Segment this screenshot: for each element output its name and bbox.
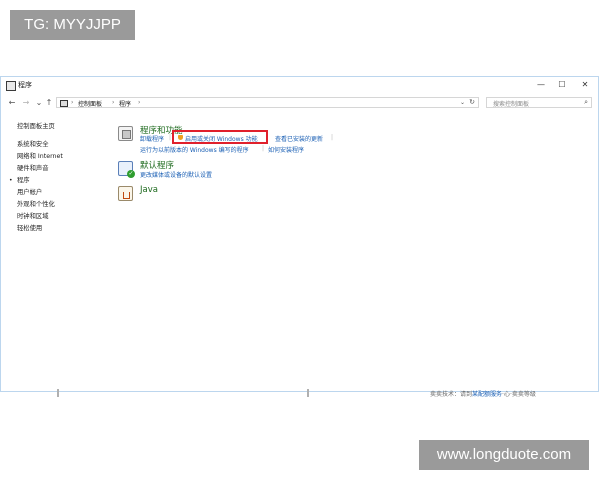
minimize-button[interactable]: —: [531, 79, 551, 91]
status-bar-text: 卖卖技术：请到某配额服务·心·卖卖等级: [430, 391, 536, 398]
sidebar-item-system-security[interactable]: 系统和安全: [17, 139, 97, 151]
control-panel-small-icon: [60, 100, 68, 107]
divider-mark: [57, 389, 59, 397]
active-bullet-icon: •: [9, 177, 13, 184]
search-icon[interactable]: ⌕: [584, 98, 588, 107]
sidebar-item-appearance[interactable]: 外观和个性化: [17, 199, 97, 211]
sidebar-item-home[interactable]: 控制面板主页: [17, 121, 97, 133]
breadcrumb-separator[interactable]: ›: [112, 99, 114, 106]
breadcrumb-programs[interactable]: 程序: [119, 99, 131, 108]
refresh-icon[interactable]: ↻: [469, 98, 475, 106]
divider-mark: [307, 389, 309, 397]
breadcrumb-separator: ›: [71, 99, 74, 106]
maximize-button[interactable]: ☐: [552, 79, 572, 91]
java-icon[interactable]: [118, 186, 133, 201]
forward-arrow-icon[interactable]: →: [21, 98, 31, 108]
link-separator: |: [169, 134, 172, 141]
link-separator: |: [262, 145, 265, 152]
watermark-top: TG: MYYJJPP: [10, 10, 135, 40]
address-bar[interactable]: › 控制面板 › 程序 › ⌄ ↻: [56, 97, 479, 108]
address-dropdown-icon[interactable]: ⌄: [460, 99, 465, 106]
control-panel-window: 程序 — ☐ ✕ ← → ⌄ ↑ › 控制面板 › 程序 › ⌄ ↻ 搜索控制面…: [0, 76, 599, 392]
search-input[interactable]: 搜索控制面板 ⌕: [486, 97, 592, 108]
sidebar-item-label: 程序: [17, 177, 30, 184]
search-placeholder: 搜索控制面板: [493, 101, 530, 108]
up-arrow-icon[interactable]: ↑: [44, 98, 54, 108]
window-title: 程序: [18, 81, 32, 89]
view-installed-updates-link[interactable]: 查看已安装的更新: [275, 134, 323, 143]
watermark-bottom: www.longduote.com: [419, 440, 589, 470]
highlight-box: [172, 130, 268, 144]
sidebar-item-user-accounts[interactable]: 用户帐户: [17, 187, 97, 199]
navigation-toolbar: ← → ⌄ ↑ › 控制面板 › 程序 › ⌄ ↻ 搜索控制面板 ⌕: [1, 95, 598, 111]
programs-icon[interactable]: [118, 126, 133, 141]
check-icon: ✓: [127, 170, 135, 178]
uninstall-program-link[interactable]: 卸载程序: [140, 134, 164, 143]
how-to-install-link[interactable]: 如何安装程序: [268, 145, 304, 154]
breadcrumb-separator[interactable]: ›: [138, 99, 140, 106]
sidebar-item-hardware[interactable]: 硬件和声音: [17, 163, 97, 175]
sidebar: 控制面板主页 系统和安全 网络和 Internet 硬件和声音 • 程序 用户帐…: [9, 121, 97, 235]
title-bar[interactable]: 程序 — ☐ ✕: [1, 77, 598, 95]
sidebar-item-ease-of-access[interactable]: 轻松使用: [17, 223, 97, 235]
java-title[interactable]: Java: [140, 185, 158, 195]
link-separator: |: [331, 134, 334, 141]
sidebar-item-programs[interactable]: • 程序: [9, 175, 97, 187]
sidebar-item-network[interactable]: 网络和 Internet: [17, 151, 97, 163]
run-older-programs-link[interactable]: 运行为以前版本的 Windows 编写的程序: [140, 145, 249, 154]
change-media-defaults-link[interactable]: 更改媒体或设备的默认设置: [140, 170, 212, 179]
back-arrow-icon[interactable]: ←: [7, 98, 17, 108]
default-programs-icon[interactable]: ✓: [118, 161, 135, 178]
close-button[interactable]: ✕: [575, 79, 595, 91]
sidebar-item-clock-region[interactable]: 时钟和区域: [17, 211, 97, 223]
breadcrumb-control-panel[interactable]: 控制面板: [78, 99, 102, 108]
control-panel-icon: [6, 81, 16, 91]
recent-dropdown-icon[interactable]: ⌄: [34, 98, 44, 108]
